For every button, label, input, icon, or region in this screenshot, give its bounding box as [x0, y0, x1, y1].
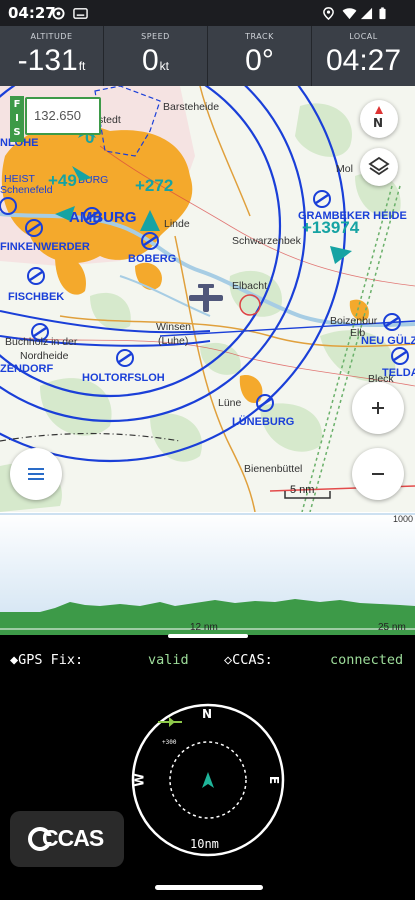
svg-text:Lüne: Lüne [218, 397, 242, 409]
svg-text:Mol: Mol [336, 163, 353, 175]
elevation-profile[interactable]: 1000 12 nm 25 nm [0, 512, 415, 635]
fis-frequency-box[interactable]: 132.650 [25, 97, 101, 135]
menu-button[interactable] [10, 448, 62, 500]
track-value: 0° [245, 44, 274, 77]
svg-text:Bienenbüttel: Bienenbüttel [244, 463, 302, 475]
location-icon [323, 7, 334, 20]
svg-text:+49: +49 [48, 171, 77, 190]
traffic-radar[interactable]: N E W 10nm +300 [128, 700, 288, 860]
svg-text:Barsteheide: Barsteheide [163, 101, 219, 113]
profile-distance-12: 12 nm [190, 622, 218, 633]
altitude-unit: ft [78, 59, 86, 73]
svg-text:Linde: Linde [164, 218, 190, 230]
svg-text:ZENDORF: ZENDORF [0, 363, 53, 375]
gps-fix-label: ◆GPS Fix: [10, 652, 84, 668]
profile-distance-25: 25 nm [378, 622, 406, 633]
svg-text:TELDAU: TELDAU [382, 367, 415, 379]
svg-text:LÜNEBURG: LÜNEBURG [232, 415, 294, 428]
gps-fix-value: valid [148, 652, 189, 668]
radar-display [131, 703, 285, 857]
svg-text:HOLTORFSLOH: HOLTORFSLOH [82, 372, 165, 384]
ccas-status-value: connected [330, 652, 404, 668]
local-time-value: 04:27 [325, 44, 402, 77]
profile-top-value: 1000 [392, 514, 413, 524]
compass-letter: N [373, 116, 384, 130]
system-home-indicator[interactable] [155, 885, 263, 890]
altitude-label: ALTITUDE [30, 32, 73, 41]
altitude-value: -131ft [0, 44, 103, 78]
zoom-in-button[interactable] [352, 382, 404, 434]
zoom-out-button[interactable] [352, 448, 404, 500]
plus-icon [372, 402, 384, 414]
map-scale-label: 5 nm [290, 484, 315, 496]
svg-text:Schenefeld: Schenefeld [0, 184, 53, 196]
hamburger-menu-icon [28, 468, 44, 480]
battery-icon [379, 7, 386, 20]
svg-text:Winsen: Winsen [156, 321, 191, 333]
track-label: TRACK [245, 32, 274, 41]
svg-text:Boizenbur: Boizenbur [330, 315, 378, 327]
fis-label: FIS [13, 99, 21, 138]
north-up-button[interactable]: N [360, 100, 398, 138]
profile-chart [0, 512, 415, 635]
svg-text:stedt: stedt [98, 114, 121, 126]
local-time-instrument[interactable]: LOCAL 04:27 [312, 26, 415, 86]
local-time-label: LOCAL [349, 32, 378, 41]
status-time: 04:27 [8, 4, 56, 22]
svg-text:+272: +272 [135, 176, 173, 195]
moving-map[interactable]: Barsteheide Ro Mol Linde Schwarzenbek El… [0, 86, 415, 512]
svg-text:(Luhe): (Luhe) [158, 335, 188, 347]
svg-text:Elbacht: Elbacht [232, 280, 267, 292]
altitude-number: -131 [17, 44, 78, 77]
ccas-label: ◇CCAS: [224, 652, 273, 668]
speed-instrument[interactable]: SPEED 0kt [104, 26, 207, 86]
radar-west: W [132, 773, 147, 787]
speed-value: 0kt [104, 44, 207, 78]
svg-text:BOBERG: BOBERG [128, 253, 176, 265]
radar-east: E [267, 775, 282, 785]
ccas-logo-badge[interactable]: CCAS [10, 811, 124, 867]
minus-icon [372, 473, 384, 475]
radar-range-label: 10nm [190, 837, 219, 851]
fis-frequency: 132.650 [34, 108, 81, 123]
settings-icon [52, 7, 65, 20]
svg-text:AMBURG: AMBURG [69, 209, 137, 226]
speed-unit: kt [159, 59, 170, 73]
wifi-icon [342, 8, 357, 20]
svg-text:NEU GÜLZ: NEU GÜLZ [361, 334, 415, 347]
svg-text:FISCHBEK: FISCHBEK [8, 291, 64, 303]
track-instrument[interactable]: TRACK 0° [208, 26, 311, 86]
status-bar: 04:27 [0, 0, 415, 26]
svg-text:Nordheide: Nordheide [20, 350, 69, 362]
speed-label: SPEED [141, 32, 170, 41]
fis-badge[interactable]: FIS [10, 96, 24, 142]
svg-text:Buchholz in der: Buchholz in der [5, 336, 78, 348]
signal-icon [360, 7, 373, 20]
ccas-logo-text: CCAS [42, 825, 104, 851]
instrument-bar: ALTITUDE -131ft SPEED 0kt TRACK 0° LOCAL… [0, 26, 415, 86]
altitude-instrument[interactable]: ALTITUDE -131ft [0, 26, 103, 86]
keyboard-icon [73, 8, 88, 19]
panel-drag-handle[interactable] [168, 634, 248, 638]
speed-number: 0 [141, 44, 159, 77]
layers-button[interactable] [360, 148, 398, 186]
radar-north: N [202, 707, 213, 721]
radar-traffic-tag: +300 [162, 739, 177, 746]
svg-text:FINKENWERDER: FINKENWERDER [0, 241, 90, 253]
svg-text:+13974: +13974 [302, 218, 360, 237]
svg-text:Schwarzenbek: Schwarzenbek [232, 235, 302, 247]
layers-icon [368, 156, 390, 176]
